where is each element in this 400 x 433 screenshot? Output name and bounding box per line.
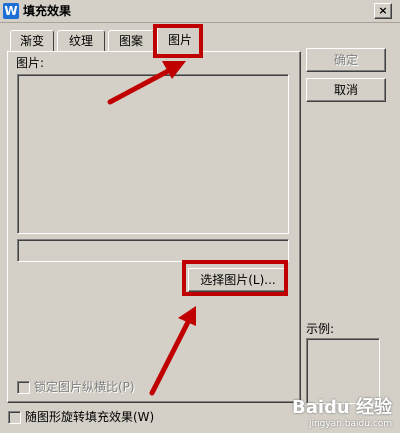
arrow-to-select-button	[149, 306, 196, 396]
baidu-jingyan-watermark: Baidu 经验 jingyan.baidu.com	[292, 393, 392, 429]
highlight-picture-tab	[153, 24, 203, 58]
arrow-to-picture-tab	[107, 61, 186, 105]
watermark-logo: Baidu 经验	[291, 397, 392, 418]
watermark-url: jingyan.baidu.com	[308, 419, 392, 429]
annotation-arrows	[107, 61, 196, 396]
highlight-select-button	[182, 260, 288, 296]
